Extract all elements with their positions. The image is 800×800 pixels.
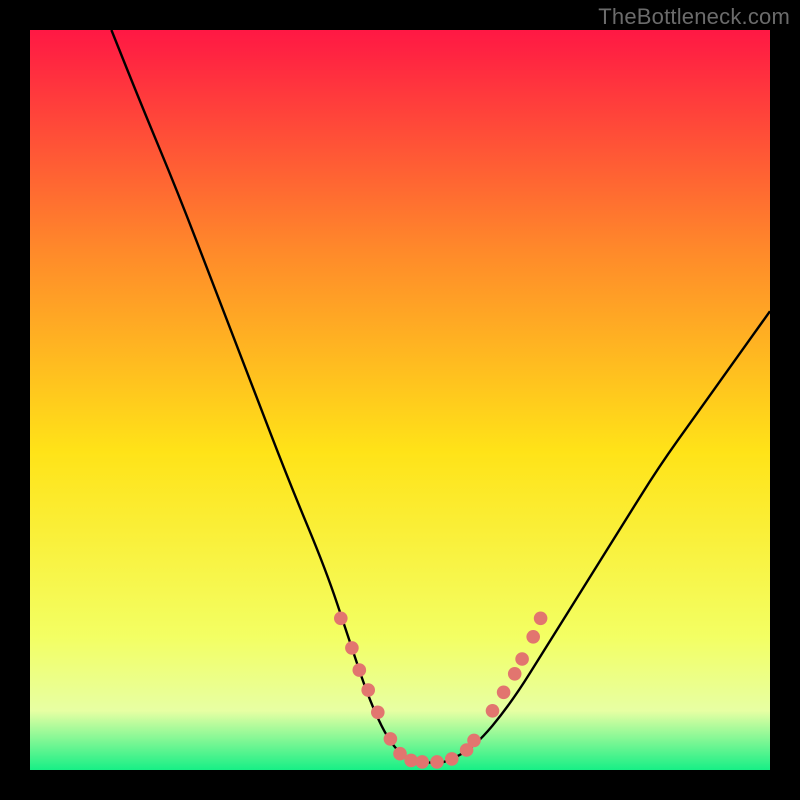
curve-marker bbox=[515, 652, 529, 666]
curve-marker bbox=[430, 755, 444, 769]
curve-marker bbox=[371, 706, 385, 720]
bottleneck-chart bbox=[30, 30, 770, 770]
curve-marker bbox=[534, 612, 548, 626]
curve-marker bbox=[526, 630, 540, 644]
curve-marker bbox=[445, 752, 459, 766]
curve-marker bbox=[508, 667, 522, 681]
watermark-text: TheBottleneck.com bbox=[598, 4, 790, 30]
curve-marker bbox=[353, 663, 367, 677]
curve-marker bbox=[497, 686, 511, 700]
curve-marker bbox=[486, 704, 500, 718]
curve-marker bbox=[384, 732, 398, 746]
curve-marker bbox=[345, 641, 359, 655]
chart-frame bbox=[30, 30, 770, 770]
curve-marker bbox=[334, 612, 348, 626]
chart-background bbox=[30, 30, 770, 770]
curve-marker bbox=[467, 734, 481, 748]
curve-marker bbox=[415, 755, 429, 769]
curve-marker bbox=[361, 683, 375, 697]
